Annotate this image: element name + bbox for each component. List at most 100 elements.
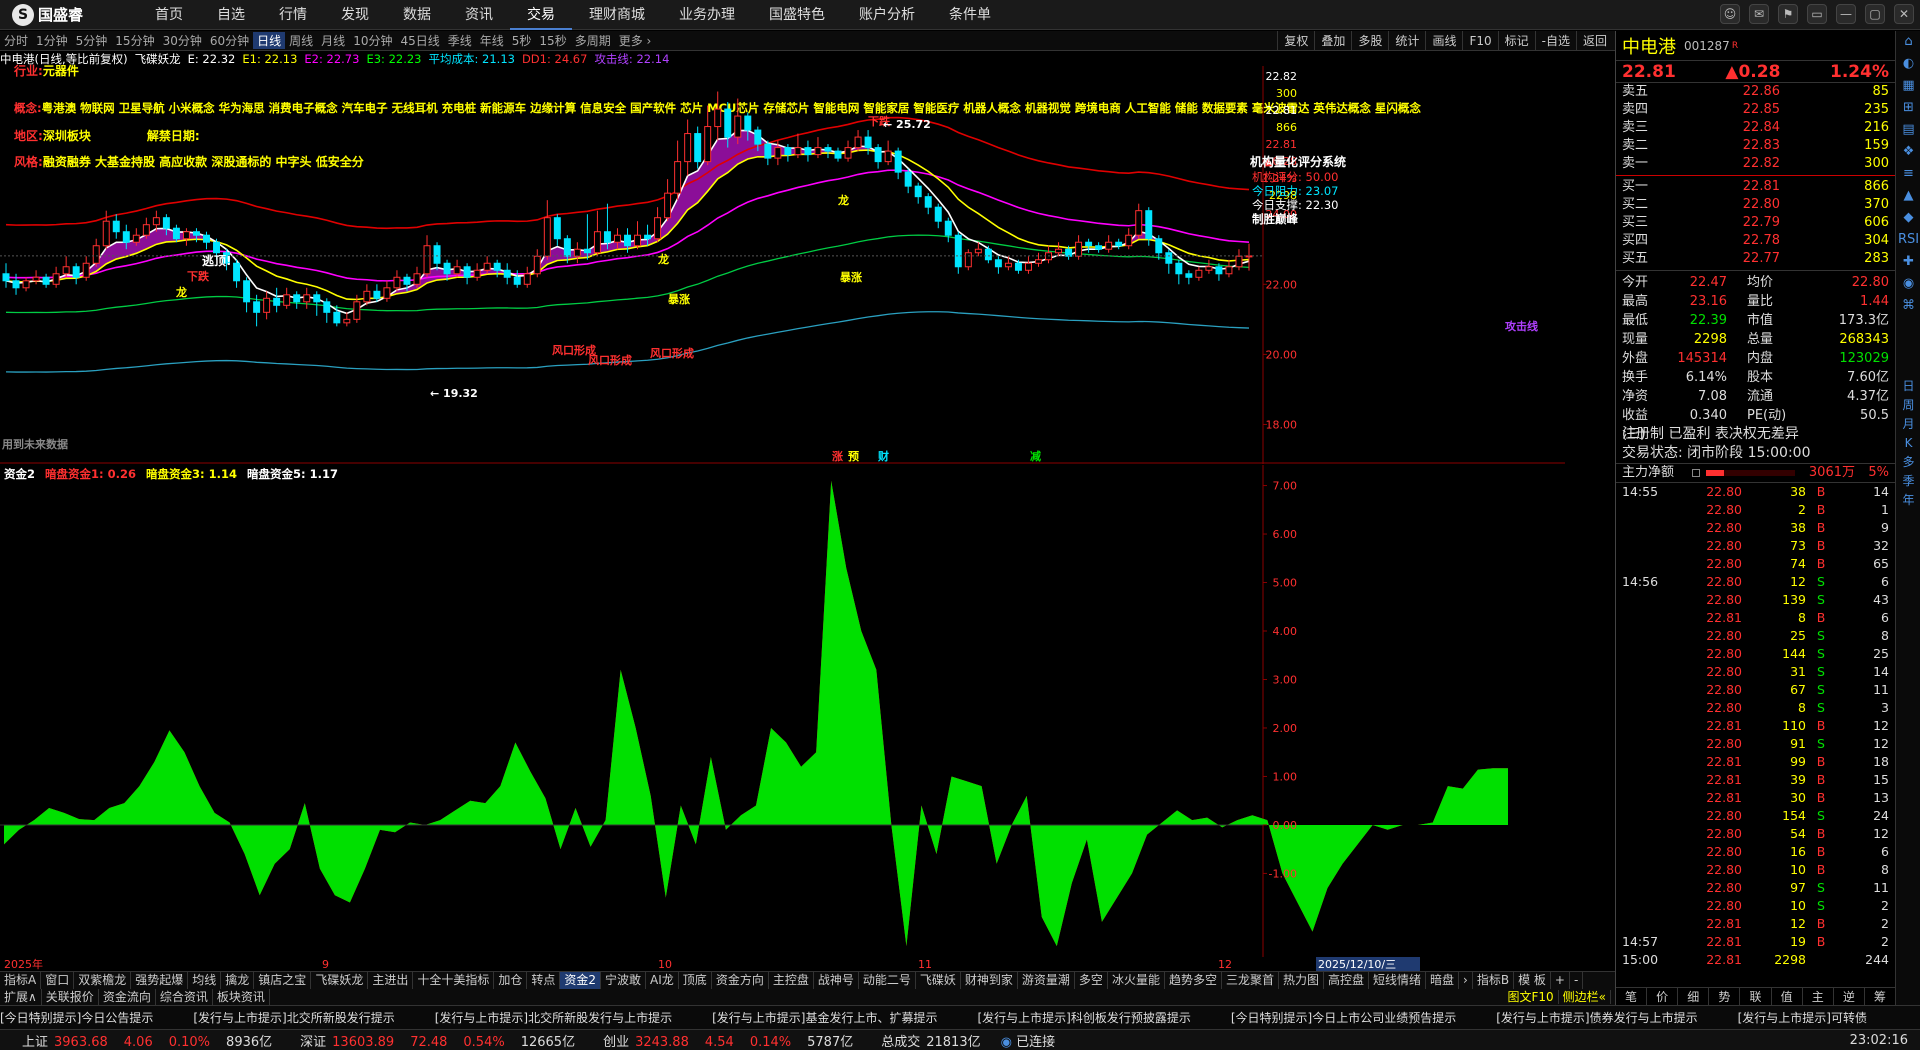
indicator-tab-12[interactable]: 资金2: [560, 972, 602, 989]
bid-row[interactable]: 买三 22.79 606: [1616, 214, 1895, 232]
indicator-tab-20[interactable]: 飞碟妖: [916, 972, 961, 989]
news-item[interactable]: [今日特别提示]今日上市公司业绩预告提示: [1231, 1009, 1456, 1026]
indicator-tab-28[interactable]: 高控盘: [1324, 972, 1370, 989]
indicator-tab-29[interactable]: 短线情绪: [1369, 972, 1427, 989]
nav-item-3[interactable]: 发现: [324, 0, 386, 30]
chart-tool-4[interactable]: 画线: [1425, 31, 1462, 51]
indicator-tab-2[interactable]: 双紫檐龙: [74, 972, 132, 989]
chart-tool-0[interactable]: 复权: [1277, 31, 1314, 51]
panel-tab-6[interactable]: 主: [1803, 988, 1834, 1005]
sidebar-tool-icon-0[interactable]: ⌂: [1896, 31, 1920, 53]
chart-tool-2[interactable]: 多股: [1351, 31, 1388, 51]
tick-list[interactable]: 14:55 22.80 38 B 14 22.80 2 B 1 22.80 38 B 9 22.80 73 B…: [1616, 483, 1895, 969]
nav-item-1[interactable]: 自选: [200, 0, 262, 30]
indicator-tab-34[interactable]: +: [1551, 972, 1570, 989]
indicator-tab-7[interactable]: 飞碟妖龙: [311, 972, 369, 989]
period-11[interactable]: 季线: [444, 32, 476, 49]
sidebar-tool-icon-6[interactable]: ≡: [1896, 163, 1920, 185]
sidebar-tool-icon-10[interactable]: ✚: [1896, 251, 1920, 273]
nav-item-5[interactable]: 资讯: [448, 0, 510, 30]
panel-tab-0[interactable]: 笔: [1616, 988, 1648, 1005]
panel-tab-1[interactable]: 价: [1647, 988, 1679, 1005]
indicator-tab-25[interactable]: 趋势多空: [1165, 972, 1222, 989]
period-15[interactable]: 多周期: [571, 32, 615, 49]
window-control-icon-6[interactable]: ✕: [1894, 4, 1914, 24]
indicator-tab-0[interactable]: 指标A: [0, 972, 42, 989]
index-sh[interactable]: 上证 3963.68 4.06 0.10% 8936亿: [22, 1031, 278, 1050]
sub-tab-2[interactable]: 资金流向: [99, 989, 156, 1005]
indicator-tab-8[interactable]: 主进出: [368, 972, 414, 989]
news-item[interactable]: [发行与上市提示]基金发行上市、扩募提示: [712, 1009, 937, 1026]
sidebar-tool-icon-12[interactable]: ⌘: [1896, 295, 1920, 317]
index-cy[interactable]: 创业 3243.88 4.54 0.14% 5787亿: [603, 1031, 859, 1050]
ask-row[interactable]: 卖一 22.82 300: [1616, 155, 1895, 173]
indicator-tab-9[interactable]: 十全十美指标: [413, 972, 495, 989]
period-0[interactable]: 分时: [0, 32, 32, 49]
indicator-tab-33[interactable]: 模 板: [1514, 972, 1551, 989]
chart-tool-3[interactable]: 统计: [1388, 31, 1425, 51]
news-item[interactable]: [发行与上市提示]可转债: [1738, 1009, 1867, 1026]
sidebar-period-2[interactable]: 月: [1896, 415, 1920, 434]
panel-tab-2[interactable]: 细: [1678, 988, 1710, 1005]
news-item[interactable]: [今日特别提示]今日公告提示: [0, 1009, 153, 1026]
window-control-icon-5[interactable]: ▢: [1865, 4, 1885, 24]
sub-tab-1[interactable]: 关联报价: [42, 989, 99, 1005]
window-control-icon-0[interactable]: ☺: [1720, 4, 1740, 24]
panel-toggle-0[interactable]: 图文F10: [1503, 990, 1559, 1004]
window-control-icon-1[interactable]: ✉: [1749, 4, 1769, 24]
period-4[interactable]: 30分钟: [159, 32, 206, 49]
sidebar-period-3[interactable]: K: [1896, 434, 1920, 453]
indicator-tab-3[interactable]: 强势起爆: [131, 972, 189, 989]
chart-tool-6[interactable]: 标记: [1497, 31, 1535, 51]
panel-tab-8[interactable]: 筹: [1865, 988, 1896, 1005]
chart-tool-7[interactable]: -自选: [1534, 31, 1576, 51]
nav-item-7[interactable]: 理财商城: [572, 0, 662, 30]
period-9[interactable]: 10分钟: [349, 32, 396, 49]
nav-item-9[interactable]: 国盛特色: [752, 0, 842, 30]
index-sz[interactable]: 深证 13603.89 72.48 0.54% 12665亿: [300, 1031, 581, 1050]
sidebar-tool-icon-5[interactable]: ❖: [1896, 141, 1920, 163]
indicator-tab-32[interactable]: 指标B: [1473, 972, 1515, 989]
sub-tab-3[interactable]: 综合资讯: [156, 989, 213, 1005]
period-6[interactable]: 日线: [253, 32, 286, 49]
window-control-icon-4[interactable]: —: [1836, 4, 1856, 24]
app-logo[interactable]: S 国盛睿: [0, 3, 120, 26]
period-7[interactable]: 周线: [285, 32, 317, 49]
indicator-tab-26[interactable]: 三龙聚首: [1222, 972, 1279, 989]
bid-row[interactable]: 买五 22.77 283: [1616, 250, 1895, 268]
fund-flow-chart[interactable]: 7.00 6.00 5.00 4.00 3.00 2.00 1.00 0.00 -1.00: [0, 465, 1565, 957]
indicator-tab-10[interactable]: 加仓: [494, 972, 528, 989]
sidebar-period-1[interactable]: 周: [1896, 396, 1920, 415]
period-10[interactable]: 45日线: [396, 32, 443, 49]
nav-item-11[interactable]: 条件单: [932, 0, 1008, 30]
sidebar-tool-icon-1[interactable]: ◐: [1896, 53, 1920, 75]
chart-tool-8[interactable]: 返回: [1575, 31, 1613, 51]
panel-tab-7[interactable]: 逆: [1834, 988, 1865, 1005]
indicator-tab-16[interactable]: 资金方向: [712, 972, 769, 989]
news-item[interactable]: [发行与上市提示]北交所新股发行与上市提示: [435, 1009, 672, 1026]
sub-tab-0[interactable]: 扩展∧: [0, 989, 42, 1005]
period-8[interactable]: 月线: [317, 32, 349, 49]
chart-tool-1[interactable]: 叠加: [1314, 31, 1351, 51]
sidebar-period-4[interactable]: 多: [1896, 453, 1920, 472]
panel-tab-4[interactable]: 联: [1740, 988, 1772, 1005]
nav-item-8[interactable]: 业务办理: [662, 0, 752, 30]
indicator-tab-30[interactable]: 暗盘: [1426, 972, 1460, 989]
sidebar-tool-icon-4[interactable]: ▤: [1896, 119, 1920, 141]
indicator-tab-5[interactable]: 擒龙: [221, 972, 255, 989]
period-14[interactable]: 15秒: [535, 32, 570, 49]
window-control-icon-2[interactable]: ⚑: [1778, 4, 1798, 24]
indicator-tab-24[interactable]: 冰火量能: [1108, 972, 1165, 989]
panel-tab-5[interactable]: 值: [1772, 988, 1803, 1005]
indicator-tab-23[interactable]: 多空: [1075, 972, 1108, 989]
chart-tool-5[interactable]: F10: [1462, 31, 1497, 51]
ask-row[interactable]: 卖二 22.83 159: [1616, 137, 1895, 155]
checkbox-icon[interactable]: [1692, 469, 1700, 477]
indicator-tab-14[interactable]: AI龙: [646, 972, 679, 989]
period-1[interactable]: 1分钟: [32, 32, 72, 49]
indicator-tab-35[interactable]: -: [1570, 972, 1584, 989]
period-13[interactable]: 5秒: [508, 32, 536, 49]
nav-item-10[interactable]: 账户分析: [842, 0, 932, 30]
sidebar-tool-icon-3[interactable]: ⊞: [1896, 97, 1920, 119]
sidebar-tool-icon-2[interactable]: ▦: [1896, 75, 1920, 97]
